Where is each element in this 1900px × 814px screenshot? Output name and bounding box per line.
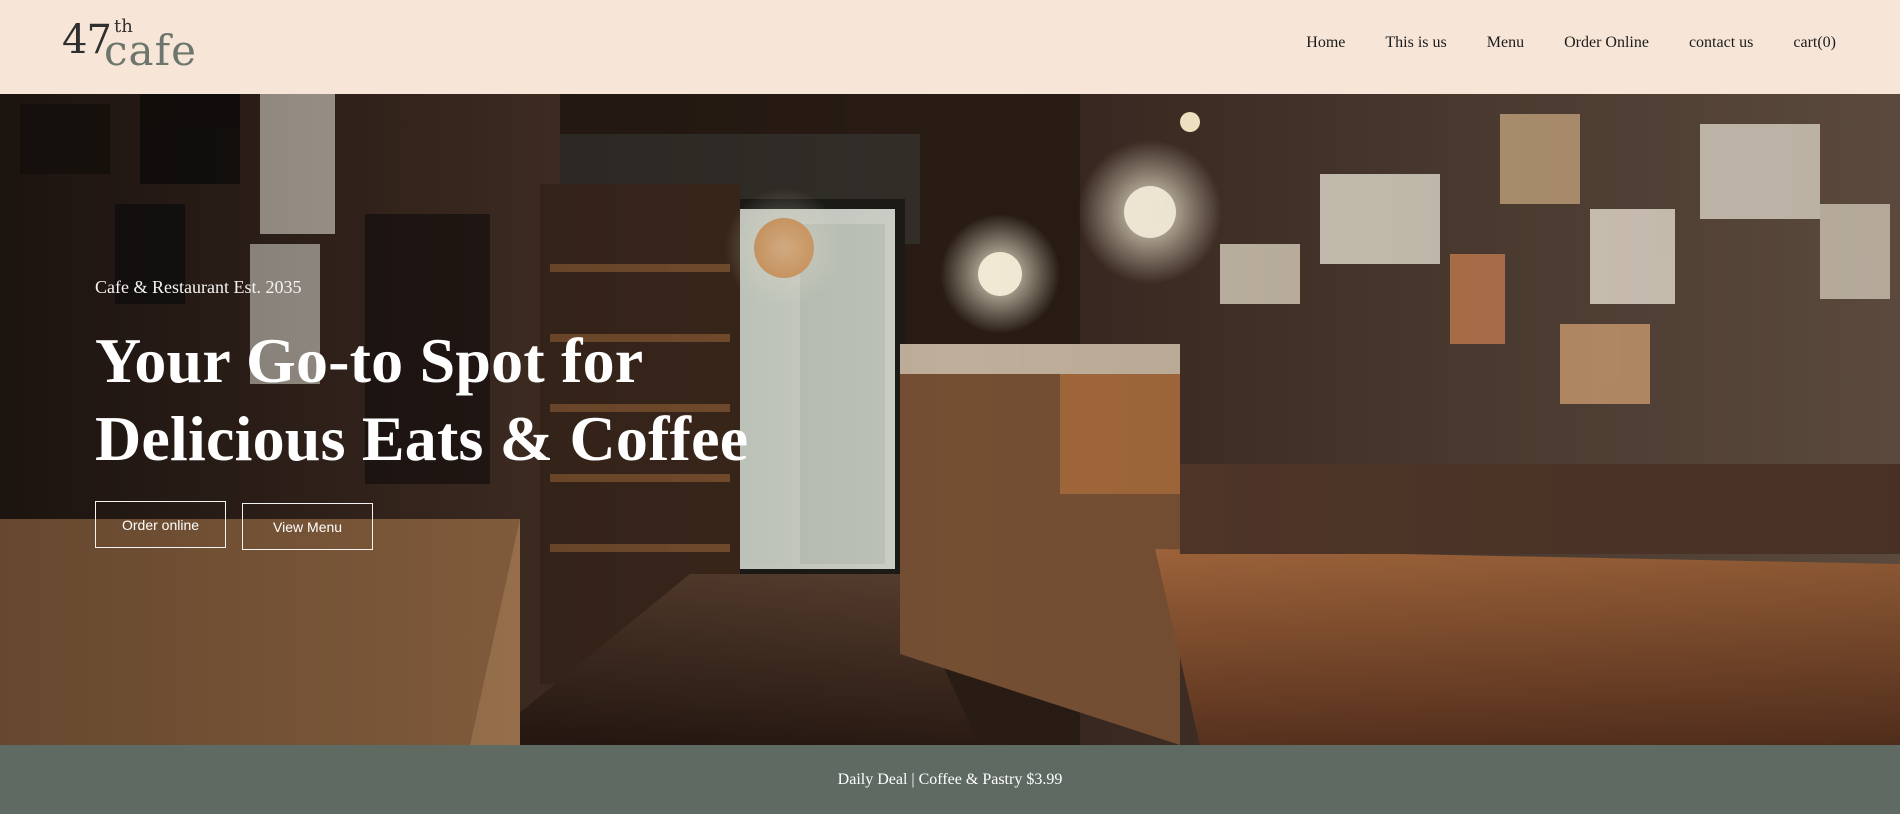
hero-content: Cafe & Restaurant Est. 2035 Your Go-to S… xyxy=(95,278,995,550)
order-online-button[interactable]: Order online xyxy=(95,501,227,548)
daily-deal-text: Daily Deal | Coffee & Pastry $3.99 xyxy=(837,770,1063,788)
hero-headline: Your Go-to Spot for Delicious Eats & Cof… xyxy=(95,322,995,478)
nav-order-online[interactable]: Order Online xyxy=(1564,34,1649,52)
hero-headline-line-1: Your Go-to Spot for xyxy=(95,325,644,396)
nav-home[interactable]: Home xyxy=(1306,34,1345,52)
hero-section: Cafe & Restaurant Est. 2035 Your Go-to S… xyxy=(0,94,1900,745)
view-menu-button[interactable]: View Menu xyxy=(242,503,374,550)
hero-eyebrow: Cafe & Restaurant Est. 2035 xyxy=(95,277,302,297)
nav-menu[interactable]: Menu xyxy=(1487,34,1524,52)
hero-headline-line-2: Delicious Eats & Coffee xyxy=(95,403,749,474)
hero-button-group: Order online View Menu xyxy=(95,501,995,550)
logo-word: cafe xyxy=(104,26,197,75)
nav-about[interactable]: This is us xyxy=(1385,34,1446,52)
site-logo[interactable]: 47 th cafe xyxy=(62,8,222,78)
nav-cart[interactable]: cart(0) xyxy=(1793,34,1836,52)
nav-contact[interactable]: contact us xyxy=(1689,34,1753,52)
main-navigation: Home This is us Menu Order Online contac… xyxy=(1306,34,1836,52)
site-header: 47 th cafe Home This is us Menu Order On… xyxy=(0,0,1900,94)
daily-deal-bar: Daily Deal | Coffee & Pastry $3.99 xyxy=(0,745,1900,814)
